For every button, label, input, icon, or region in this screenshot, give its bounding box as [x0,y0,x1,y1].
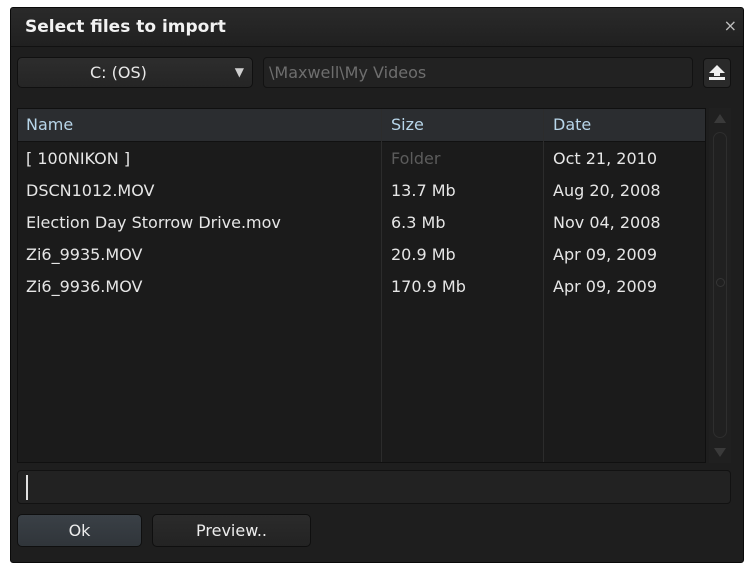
file-row[interactable]: Zi6_9936.MOV 170.9 Mb Apr 09, 2009 [18,271,705,303]
column-header-date[interactable]: Date [545,109,705,141]
up-folder-icon [709,65,725,80]
vertical-scrollbar[interactable] [709,108,731,463]
file-list-header: Name Size Date [18,109,705,142]
chevron-down-icon: ▼ [234,65,244,79]
scroll-thumb[interactable] [716,278,725,287]
file-row[interactable]: Election Day Storrow Drive.mov 6.3 Mb No… [18,207,705,239]
column-header-size[interactable]: Size [383,109,543,141]
file-row[interactable]: Zi6_9935.MOV 20.9 Mb Apr 09, 2009 [18,239,705,271]
file-date: Apr 09, 2009 [553,245,658,264]
file-list: Name Size Date [ 100NIKON ] Folder Oct 2… [17,108,706,463]
file-date: Oct 21, 2010 [553,149,657,168]
preview-button[interactable]: Preview.. [152,514,311,547]
file-date: Nov 04, 2008 [553,213,661,232]
title-bar: Select files to import × [11,8,743,47]
dialog-title: Select files to import [25,17,226,37]
file-date: Aug 20, 2008 [553,181,661,200]
file-name: Election Day Storrow Drive.mov [26,213,281,232]
close-icon[interactable]: × [724,16,737,35]
file-size: 6.3 Mb [391,213,446,232]
scroll-up-icon[interactable] [714,114,726,123]
file-name: [ 100NIKON ] [26,149,131,168]
up-folder-button[interactable] [703,58,731,88]
drive-select-value: C: (OS) [90,63,147,82]
file-name: DSCN1012.MOV [26,181,155,200]
text-caret [26,475,28,500]
file-size: 13.7 Mb [391,181,456,200]
path-input[interactable]: \Maxwell\My Videos [263,57,693,88]
file-name: Zi6_9936.MOV [26,277,143,296]
filename-input[interactable] [17,470,731,504]
ok-button[interactable]: Ok [17,514,142,547]
file-row[interactable]: DSCN1012.MOV 13.7 Mb Aug 20, 2008 [18,175,705,207]
drive-select[interactable]: C: (OS) ▼ [17,57,253,88]
file-date: Apr 09, 2009 [553,277,658,296]
file-size: Folder [391,149,441,168]
file-name: Zi6_9935.MOV [26,245,143,264]
column-header-name[interactable]: Name [18,109,381,141]
file-size: 170.9 Mb [391,277,466,296]
file-size: 20.9 Mb [391,245,456,264]
file-row[interactable]: [ 100NIKON ] Folder Oct 21, 2010 [18,143,705,175]
scroll-down-icon[interactable] [714,448,726,457]
